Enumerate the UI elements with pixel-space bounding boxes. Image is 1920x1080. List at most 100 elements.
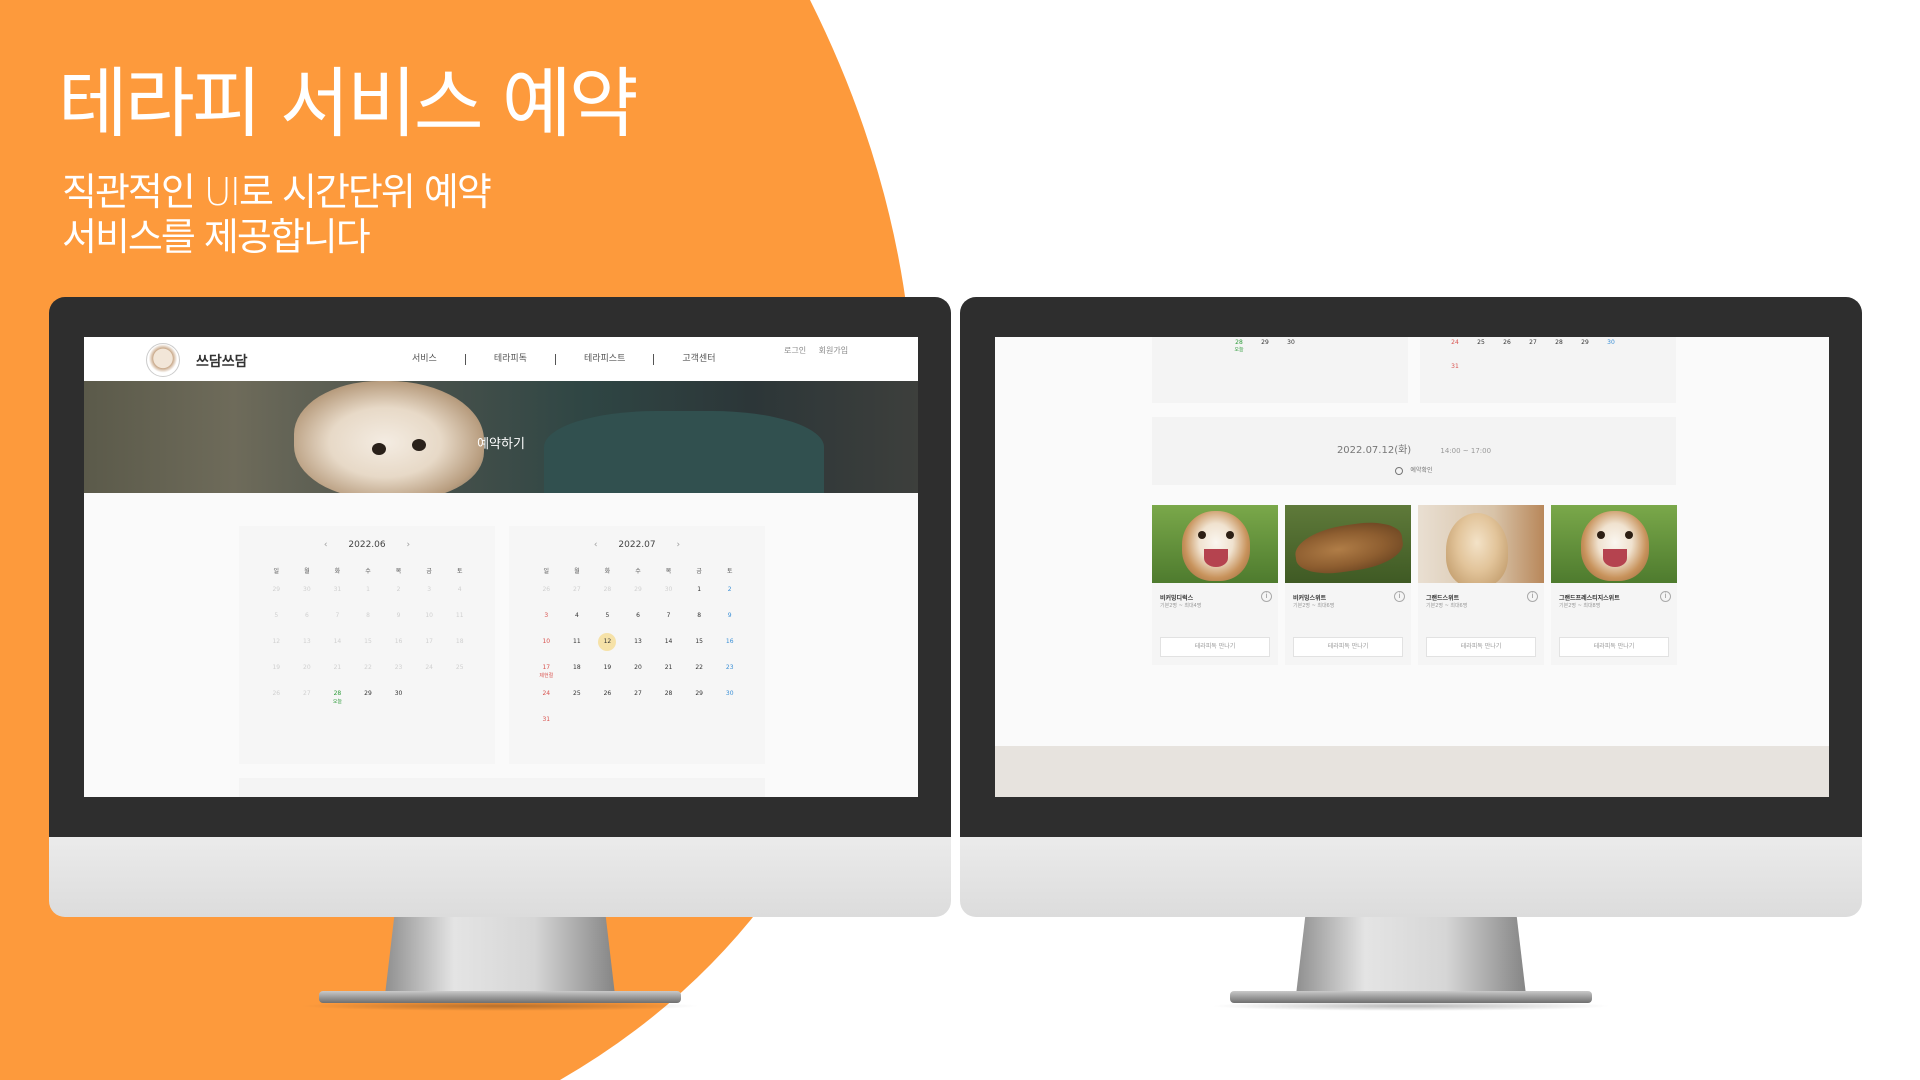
calendar-day[interactable]: 31 — [322, 586, 353, 612]
chevron-right-icon[interactable]: › — [676, 540, 680, 550]
calendar-day[interactable]: 23 — [714, 664, 745, 690]
calendar-day[interactable]: 28 오늘 — [1226, 339, 1252, 353]
calendar-day[interactable]: 25 — [444, 664, 475, 690]
calendar-day[interactable]: 11 — [562, 638, 593, 664]
calendar-day[interactable]: 17 — [414, 638, 445, 664]
calendar-day[interactable]: 29 — [261, 586, 292, 612]
calendar-day[interactable]: 30 — [383, 690, 414, 716]
info-icon[interactable]: i — [1660, 591, 1671, 602]
meet-therapy-dog-button[interactable]: 테라피독 만나기 — [1559, 637, 1669, 657]
calendar-day[interactable]: 29 — [623, 586, 654, 612]
calendar-day[interactable]: 12 — [261, 638, 292, 664]
calendar-day[interactable]: 28 — [1546, 339, 1572, 346]
calendar-day[interactable]: 4 — [562, 612, 593, 638]
calendar-day[interactable]: 3 — [531, 612, 562, 638]
calendar-day[interactable] — [1174, 339, 1200, 353]
calendar-day[interactable]: 30 — [653, 586, 684, 612]
therapy-dog-card[interactable]: 그랜드스위트 기본2명 ~ 최대6명 i 테라피독 만나기 — [1418, 505, 1544, 665]
calendar-day[interactable]: 15 — [353, 638, 384, 664]
calendar-day[interactable]: 13 — [623, 638, 654, 664]
calendar-day[interactable]: 27 — [292, 690, 323, 716]
calendar-day[interactable]: 29 — [684, 690, 715, 716]
logo-icon[interactable] — [146, 343, 180, 377]
calendar-day[interactable]: 12 — [592, 633, 623, 664]
info-icon[interactable]: i — [1394, 591, 1405, 602]
login-link[interactable]: 로그인 — [784, 346, 806, 355]
calendar-day[interactable]: 26 — [531, 586, 562, 612]
calendar-day[interactable] — [1200, 339, 1226, 353]
calendar-day[interactable]: 2 — [714, 586, 745, 612]
calendar-day[interactable]: 24 — [1442, 339, 1468, 346]
calendar-day[interactable]: 25 — [562, 690, 593, 716]
calendar-day[interactable]: 8 — [684, 612, 715, 638]
calendar-day[interactable]: 1 — [353, 586, 384, 612]
calendar-day[interactable]: 31 — [531, 716, 562, 742]
therapy-dog-card[interactable]: 비커밍스위트 기본2명 ~ 최대6명 i 테라피독 만나기 — [1285, 505, 1411, 665]
calendar-day[interactable]: 14 — [322, 638, 353, 664]
calendar-day[interactable]: 28 — [653, 690, 684, 716]
therapy-dog-card[interactable]: 비커밍디럭스 기본2명 ~ 최대4명 i 테라피독 만나기 — [1152, 505, 1278, 665]
calendar-day[interactable]: 9 — [714, 612, 745, 638]
calendar-day[interactable]: 16 — [714, 638, 745, 664]
calendar-day[interactable]: 20 — [623, 664, 654, 690]
calendar-day[interactable]: 29 — [1252, 339, 1278, 353]
calendar-day[interactable]: 7 — [653, 612, 684, 638]
calendar-day[interactable]: 1 — [684, 586, 715, 612]
calendar-day[interactable]: 22 — [684, 664, 715, 690]
calendar-day[interactable]: 15 — [684, 638, 715, 664]
calendar-day[interactable]: 22 — [353, 664, 384, 690]
calendar-day[interactable]: 14 — [653, 638, 684, 664]
signup-link[interactable]: 회원가입 — [819, 346, 848, 355]
chevron-left-icon[interactable]: ‹ — [594, 540, 598, 550]
calendar-day[interactable]: 30 — [1598, 339, 1624, 346]
calendar-day[interactable]: 2 — [383, 586, 414, 612]
meet-therapy-dog-button[interactable]: 테라피독 만나기 — [1160, 637, 1270, 657]
calendar-day[interactable]: 26 — [261, 690, 292, 716]
calendar-day[interactable]: 27 — [562, 586, 593, 612]
calendar-day[interactable]: 26 — [1494, 339, 1520, 346]
calendar-day[interactable]: 10 — [531, 638, 562, 664]
chevron-right-icon[interactable]: › — [406, 540, 410, 550]
info-icon[interactable]: i — [1261, 591, 1272, 602]
calendar-day[interactable]: 18 — [562, 664, 593, 690]
calendar-day[interactable]: 30 — [1278, 339, 1304, 353]
calendar-day[interactable]: 28 — [592, 586, 623, 612]
calendar-day[interactable]: 27 — [623, 690, 654, 716]
calendar-day[interactable]: 30 — [292, 586, 323, 612]
calendar-day[interactable]: 23 — [383, 664, 414, 690]
calendar-day[interactable]: 25 — [1468, 339, 1494, 346]
reservation-confirm-link[interactable]: 예약확인 — [1152, 465, 1676, 475]
therapy-dog-card[interactable]: 그랜드프레스티지스위트 기본2명 ~ 최대8명 i 테라피독 만나기 — [1551, 505, 1677, 665]
calendar-day[interactable]: 9 — [383, 612, 414, 638]
info-icon[interactable]: i — [1527, 591, 1538, 602]
calendar-day[interactable]: 24 — [531, 690, 562, 716]
calendar-day[interactable]: 19 — [592, 664, 623, 690]
calendar-day[interactable]: 3 — [414, 586, 445, 612]
calendar-day[interactable]: 5 — [261, 612, 292, 638]
nav-item-customer-center[interactable]: 고객센터 — [653, 354, 743, 365]
calendar-day[interactable]: 27 — [1520, 339, 1546, 346]
nav-item-therapist[interactable]: 테라피스트 — [554, 354, 653, 365]
calendar-day[interactable]: 4 — [444, 586, 475, 612]
calendar-day[interactable]: 17 제헌절 — [531, 664, 562, 690]
nav-item-therapy-dog[interactable]: 테라피독 — [464, 354, 555, 365]
meet-therapy-dog-button[interactable]: 테라피독 만나기 — [1293, 637, 1403, 657]
calendar-day[interactable]: 19 — [261, 664, 292, 690]
calendar-day[interactable]: 30 — [714, 690, 745, 716]
calendar-day[interactable]: 24 — [414, 664, 445, 690]
calendar-day[interactable]: 13 — [292, 638, 323, 664]
chevron-left-icon[interactable]: ‹ — [324, 540, 328, 550]
calendar-day[interactable]: 26 — [592, 690, 623, 716]
calendar-day[interactable]: 29 — [1572, 339, 1598, 346]
site-logo-text[interactable]: 쓰담쓰담 — [196, 351, 248, 371]
calendar-day[interactable]: 16 — [383, 638, 414, 664]
calendar-day[interactable]: 29 — [353, 690, 384, 716]
calendar-day[interactable]: 6 — [623, 612, 654, 638]
calendar-day[interactable]: 31 — [1442, 363, 1468, 370]
calendar-day[interactable]: 28 오늘 — [322, 690, 353, 716]
calendar-day[interactable]: 11 — [444, 612, 475, 638]
calendar-day[interactable]: 20 — [292, 664, 323, 690]
calendar-day[interactable]: 21 — [653, 664, 684, 690]
meet-therapy-dog-button[interactable]: 테라피독 만나기 — [1426, 637, 1536, 657]
calendar-day[interactable]: 21 — [322, 664, 353, 690]
